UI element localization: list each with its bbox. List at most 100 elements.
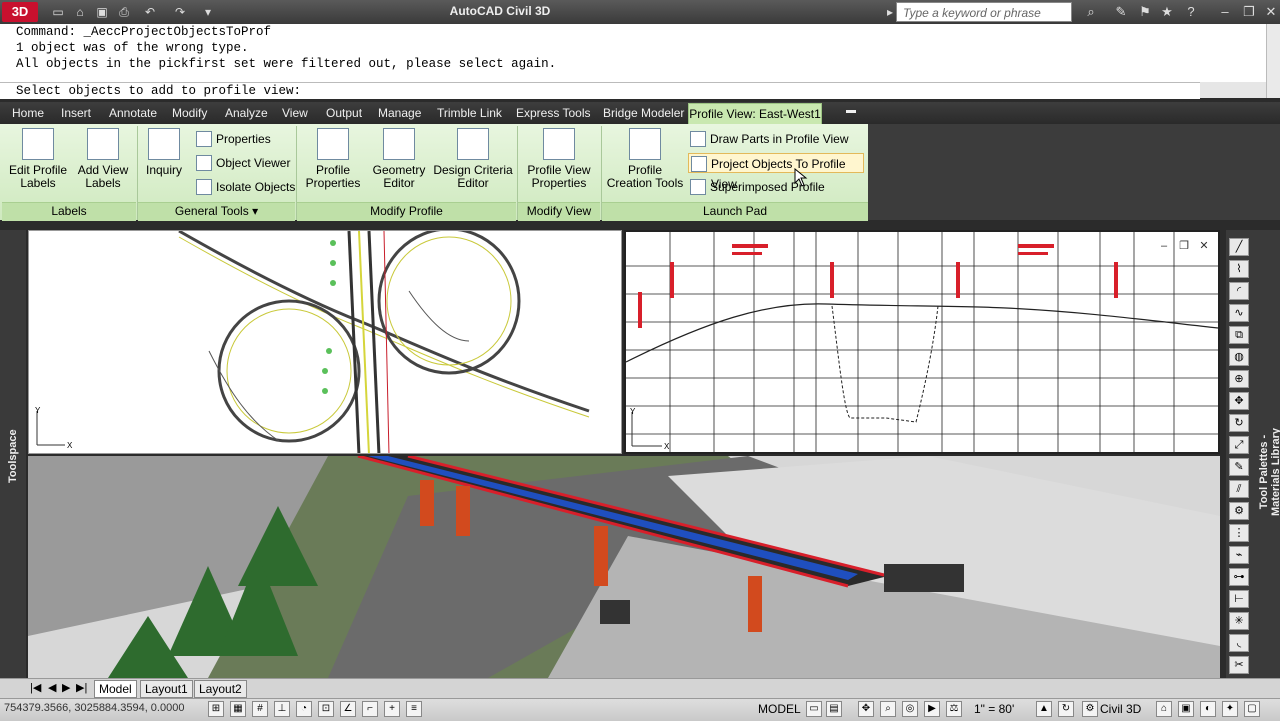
workspace-gear-icon[interactable]: ⚙ [1082,701,1098,717]
communication-icon[interactable]: ⚑ [1136,4,1154,20]
design-criteria-editor-button[interactable]: Design Criteria Editor [432,128,514,190]
globe-tool-icon[interactable]: ◍ [1229,348,1249,366]
arc-tool-icon[interactable]: ◜ [1229,282,1249,300]
first-layout-icon[interactable]: |◀ [30,681,41,694]
object-viewer-button[interactable]: Object Viewer [194,153,290,173]
tab-output[interactable]: Output [326,106,362,120]
draw-parts-button[interactable]: Draw Parts in Profile View [688,129,849,149]
tab-bridge-modeler[interactable]: Bridge Modeler [603,106,684,120]
tab-annotate[interactable]: Annotate [109,106,157,120]
tab-modify[interactable]: Modify [172,106,207,120]
binoculars-icon[interactable]: ⌕ [1082,4,1100,20]
print-icon[interactable]: ⎙ [116,4,132,20]
help-icon[interactable]: ? [1182,4,1200,20]
auto-scale-icon[interactable]: ↻ [1058,701,1074,717]
geometry-editor-button[interactable]: Geometry Editor [370,128,428,190]
profile-viewport[interactable]: Y X [624,230,1220,454]
viewport-minimize-icon[interactable]: – [1158,240,1170,252]
profile-creation-tools-button[interactable]: Profile Creation Tools [606,128,684,190]
subscription-icon[interactable]: ✎ [1112,4,1130,20]
next-layout-icon[interactable]: ▶ [62,681,70,694]
tab-model[interactable]: Model [94,680,137,698]
isolate-objects-button[interactable]: Isolate Objects [194,177,295,197]
line-tool-icon[interactable]: ╱ [1229,238,1249,256]
lock-icon[interactable]: ⌂ [1156,701,1172,717]
viewport-close-icon[interactable]: ✕ [1198,240,1210,252]
polyline-tool-icon[interactable]: ⌇ [1229,260,1249,278]
panel-modify-view-title[interactable]: Modify View [518,202,600,221]
target-tool-icon[interactable]: ⊕ [1229,370,1249,388]
clean-screen-icon[interactable]: ▢ [1244,701,1260,717]
fillet-tool-icon[interactable]: ◟ [1229,634,1249,652]
osnap-icon[interactable]: ⊡ [318,701,334,717]
command-horizontal-scrollbar[interactable] [1200,82,1266,98]
restore-icon[interactable]: ❐ [1240,4,1258,20]
project-objects-button[interactable]: Project Objects To Profile View [688,153,864,191]
tab-profile-view[interactable]: Profile View: East-West1 [688,103,822,124]
tab-trimble-link[interactable]: Trimble Link [437,106,502,120]
explode-tool-icon[interactable]: ✳ [1229,612,1249,630]
lineweight-icon[interactable]: ≡ [406,701,422,717]
edit-profile-labels-button[interactable]: Edit Profile Labels [6,128,70,190]
new-file-icon[interactable]: ▭ [50,4,66,20]
profile-view-properties-button[interactable]: Profile View Properties [522,128,596,190]
copy-tool-icon[interactable]: ⧉ [1229,326,1249,344]
quick-view-icon[interactable]: ▤ [826,701,842,717]
curve-tool-icon[interactable]: ∿ [1229,304,1249,322]
close-icon[interactable]: ✕ [1262,4,1280,20]
layout-view-icon[interactable]: ▭ [806,701,822,717]
ribbon-minimize-icon[interactable]: ▬ [846,105,856,116]
open-folder-icon[interactable]: ⌂ [72,4,88,20]
annotation-scale-icon[interactable]: ⚖ [946,701,962,717]
tab-manage[interactable]: Manage [378,106,421,120]
panel-general-tools-title[interactable]: General Tools ▾ [138,202,295,221]
offset-tool-icon[interactable]: ⫽ [1229,480,1249,498]
join-tool-icon[interactable]: ⊶ [1229,568,1249,586]
panel-modify-profile-title[interactable]: Modify Profile [297,202,516,221]
command-input[interactable]: Select objects to add to profile view: [0,82,1200,99]
add-view-labels-button[interactable]: Add View Labels [72,128,134,190]
previous-layout-icon[interactable]: ◀ [48,681,56,694]
edit-tool-icon[interactable]: ✎ [1229,458,1249,476]
hardware-acceleration-icon[interactable]: ▣ [1178,701,1194,717]
scale-tool-icon[interactable]: ⤢ [1229,436,1249,454]
favorites-star-icon[interactable]: ★ [1158,4,1176,20]
steering-wheel-icon[interactable]: ◎ [902,701,918,717]
tab-express-tools[interactable]: Express Tools [516,106,590,120]
otrack-icon[interactable]: ∠ [340,701,356,717]
panel-labels-title[interactable]: Labels [2,202,136,221]
pan-icon[interactable]: ✥ [858,701,874,717]
profile-properties-button[interactable]: Profile Properties [302,128,364,190]
polar-icon[interactable]: ◔ [296,701,312,717]
measure-tool-icon[interactable]: ⊢ [1229,590,1249,608]
inquiry-button[interactable]: Inquiry [142,128,186,177]
annotation-visibility-icon[interactable]: ▲ [1036,701,1052,717]
gear-tool-icon[interactable]: ⚙ [1229,502,1249,520]
infer-constraints-icon[interactable]: ⊞ [208,701,224,717]
command-scrollbar[interactable] [1266,24,1280,98]
showmotion-icon[interactable]: ▶ [924,701,940,717]
minimize-icon[interactable]: – [1216,4,1234,20]
undo-icon[interactable]: ↶ [142,4,158,20]
tab-analyze[interactable]: Analyze [225,106,268,120]
break-tool-icon[interactable]: ⌁ [1229,546,1249,564]
coordinate-readout[interactable]: 754379.3566, 3025884.3594, 0.0000 [4,702,184,714]
save-icon[interactable]: ▣ [94,4,110,20]
move-tool-icon[interactable]: ✥ [1229,392,1249,410]
tab-home[interactable]: Home [12,106,44,120]
grid-icon[interactable]: # [252,701,268,717]
viewport-restore-icon[interactable]: ❐ [1178,240,1190,252]
ducs-icon[interactable]: ⌐ [362,701,378,717]
redo-icon[interactable]: ↷ [172,4,188,20]
tab-view[interactable]: View [282,106,308,120]
plan-viewport[interactable]: Y X [28,230,622,454]
model-space-label[interactable]: MODEL [758,702,801,716]
search-input[interactable]: Type a keyword or phrase [896,2,1072,22]
last-layout-icon[interactable]: ▶| [76,681,87,694]
trim-tool-icon[interactable]: ✂ [1229,656,1249,674]
snap-icon[interactable]: ▦ [230,701,246,717]
zoom-icon[interactable]: ⌕ [880,701,896,717]
chevron-down-icon[interactable]: ▾ [200,4,216,20]
grip-tool-icon[interactable]: ⋮ [1229,524,1249,542]
panel-launch-pad-title[interactable]: Launch Pad [602,202,868,221]
